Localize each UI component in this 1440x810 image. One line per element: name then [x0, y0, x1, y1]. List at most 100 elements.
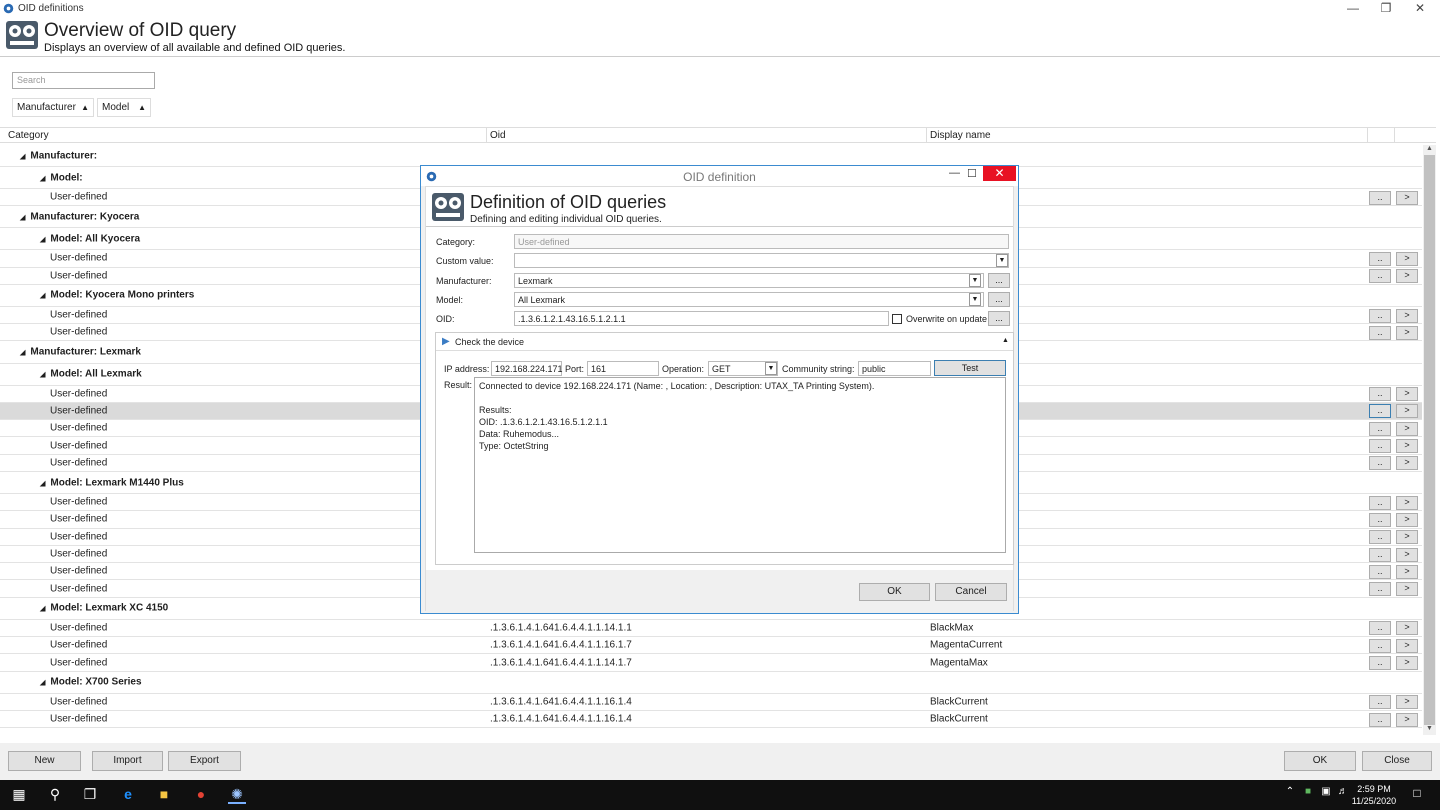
collapse-triangle-icon[interactable]: ◢	[40, 371, 45, 379]
collapse-triangle-icon[interactable]: ◢	[40, 605, 45, 613]
table-row[interactable]: User-defined .1.3.6.1.4.1.641.6.4.4.1.1.1…	[0, 694, 1422, 711]
minimize-icon[interactable]: —	[1343, 1, 1363, 15]
row-edit-button[interactable]: ..	[1369, 582, 1391, 597]
collapse-triangle-icon[interactable]: ◢	[40, 235, 45, 243]
group-header-row[interactable]: ◢ Manufacturer:	[0, 145, 1422, 167]
test-button[interactable]: Test	[934, 360, 1006, 376]
row-open-button[interactable]: >	[1396, 456, 1418, 471]
manufacturer-select[interactable]: Lexmark	[514, 273, 984, 288]
collapse-triangle-icon[interactable]: ◢	[20, 213, 25, 221]
row-edit-button[interactable]: ..	[1369, 512, 1391, 527]
row-edit-button[interactable]: ..	[1369, 547, 1391, 562]
system-clock[interactable]: 2:59 PM 11/25/2020	[1350, 783, 1398, 807]
row-open-button[interactable]: >	[1396, 656, 1418, 671]
model-select[interactable]: All Lexmark	[514, 292, 984, 307]
row-edit-button[interactable]: ..	[1369, 325, 1391, 340]
collapse-triangle-icon[interactable]: ◢	[20, 349, 25, 357]
scroll-up-icon[interactable]: ▲	[1424, 145, 1435, 155]
row-edit-button[interactable]: ..	[1369, 456, 1391, 471]
table-row[interactable]: User-defined .1.3.6.1.4.1.641.6.4.4.1.1.1…	[0, 637, 1422, 655]
edge-browser-icon[interactable]: e	[119, 786, 137, 804]
row-edit-button[interactable]: ..	[1369, 251, 1391, 266]
row-open-button[interactable]: >	[1396, 621, 1418, 636]
oid-app-taskbar-icon[interactable]: ✺	[228, 786, 246, 804]
collapse-triangle-icon[interactable]: ◢	[40, 479, 45, 487]
ok-button[interactable]: OK	[1284, 751, 1356, 771]
category-field[interactable]: User-defined	[514, 234, 1009, 249]
grid-scrollbar[interactable]: ▲ ▼	[1423, 145, 1436, 735]
collapse-triangle-icon[interactable]: ◢	[40, 174, 45, 182]
collapse-triangle-icon[interactable]: ◢	[40, 292, 45, 300]
close-button[interactable]: Close	[1362, 751, 1432, 771]
ip-address-field[interactable]: 192.168.224.171	[491, 361, 563, 376]
windows-start-icon[interactable]: ▦	[10, 786, 28, 804]
row-open-button[interactable]: >	[1396, 421, 1418, 436]
column-oid[interactable]: Oid	[490, 130, 506, 141]
table-row[interactable]: User-defined .1.3.6.1.4.1.641.6.4.4.1.1.1…	[0, 620, 1422, 638]
scrollbar-thumb[interactable]	[1424, 155, 1435, 725]
network-icon[interactable]: ▣	[1317, 786, 1335, 804]
model-more-button[interactable]: ...	[988, 292, 1010, 307]
row-open-button[interactable]: >	[1396, 269, 1418, 284]
row-open-button[interactable]: >	[1396, 251, 1418, 266]
oid-more-button[interactable]: ...	[988, 311, 1010, 326]
chrome-icon[interactable]: ●	[192, 786, 210, 804]
minimize-icon[interactable]: —	[949, 167, 960, 179]
overwrite-checkbox[interactable]	[892, 314, 902, 324]
community-string-field[interactable]: public	[858, 361, 931, 376]
row-edit-button[interactable]: ..	[1369, 404, 1391, 419]
check-device-header[interactable]: ▶ Check the device ▲	[436, 333, 1013, 351]
row-open-button[interactable]: >	[1396, 190, 1418, 205]
collapse-icon[interactable]: ▲	[1002, 337, 1009, 344]
row-edit-button[interactable]: ..	[1369, 387, 1391, 402]
row-open-button[interactable]: >	[1396, 495, 1418, 510]
row-open-button[interactable]: >	[1396, 439, 1418, 454]
chevron-down-icon[interactable]: ▼	[996, 254, 1008, 267]
row-edit-button[interactable]: ..	[1369, 621, 1391, 636]
row-edit-button[interactable]: ..	[1369, 712, 1391, 727]
row-edit-button[interactable]: ..	[1369, 439, 1391, 454]
row-open-button[interactable]: >	[1396, 564, 1418, 579]
row-edit-button[interactable]: ..	[1369, 656, 1391, 671]
custom-value-field[interactable]	[514, 253, 1009, 268]
scroll-down-icon[interactable]: ▼	[1424, 725, 1435, 735]
task-view-icon[interactable]: ❐	[81, 786, 99, 804]
collapse-triangle-icon[interactable]: ◢	[40, 679, 45, 687]
row-open-button[interactable]: >	[1396, 530, 1418, 545]
dialog-cancel-button[interactable]: Cancel	[935, 583, 1007, 601]
row-edit-button[interactable]: ..	[1369, 269, 1391, 284]
file-explorer-icon[interactable]: ■	[155, 786, 173, 804]
row-open-button[interactable]: >	[1396, 638, 1418, 653]
new-button[interactable]: New	[8, 751, 81, 771]
row-open-button[interactable]: >	[1396, 308, 1418, 323]
row-open-button[interactable]: >	[1396, 712, 1418, 727]
chevron-down-icon[interactable]: ▼	[969, 274, 981, 287]
tray-chevron-up-icon[interactable]: ⌃	[1281, 786, 1299, 804]
dialog-ok-button[interactable]: OK	[859, 583, 930, 601]
row-open-button[interactable]: >	[1396, 547, 1418, 562]
row-open-button[interactable]: >	[1396, 695, 1418, 710]
result-textbox[interactable]: Connected to device 192.168.224.171 (Nam…	[474, 377, 1006, 553]
column-category[interactable]: Category	[8, 130, 49, 141]
row-edit-button[interactable]: ..	[1369, 695, 1391, 710]
port-field[interactable]: 161	[587, 361, 659, 376]
row-edit-button[interactable]: ..	[1369, 530, 1391, 545]
import-button[interactable]: Import	[92, 751, 163, 771]
search-input[interactable]: Search	[12, 72, 155, 89]
row-open-button[interactable]: >	[1396, 512, 1418, 527]
collapse-triangle-icon[interactable]: ◢	[20, 152, 25, 160]
search-icon[interactable]: ⚲	[46, 786, 64, 804]
restore-icon[interactable]: ❐	[1376, 1, 1396, 15]
oid-field[interactable]: .1.3.6.1.2.1.43.16.5.1.2.1.1	[514, 311, 889, 326]
subgroup-header-row[interactable]: ◢ Model: X700 Series	[0, 672, 1422, 694]
row-open-button[interactable]: >	[1396, 404, 1418, 419]
column-display-name[interactable]: Display name	[930, 130, 991, 141]
manufacturer-more-button[interactable]: ...	[988, 273, 1010, 288]
filter-manufacturer[interactable]: Manufacturer ▲	[12, 98, 94, 117]
close-icon[interactable]: ✕	[1410, 1, 1430, 15]
notification-icon[interactable]: □	[1408, 786, 1426, 804]
maximize-icon[interactable]: ☐	[967, 167, 977, 180]
row-edit-button[interactable]: ..	[1369, 190, 1391, 205]
row-open-button[interactable]: >	[1396, 387, 1418, 402]
chevron-down-icon[interactable]: ▼	[765, 362, 777, 375]
